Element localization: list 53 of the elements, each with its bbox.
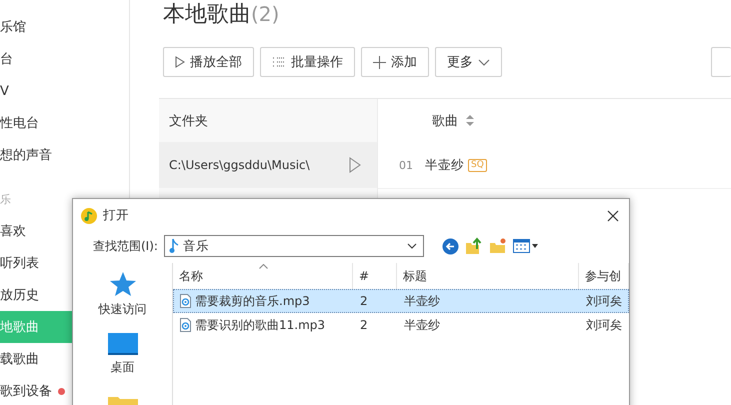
- sidebar-section-label: 乐: [0, 193, 11, 207]
- chevron-down-icon: [406, 243, 417, 249]
- audio-file-icon: [180, 318, 191, 332]
- sidebar-item[interactable]: 想的声音: [0, 139, 129, 171]
- file-name: 需要裁剪的音乐.mp3: [174, 292, 354, 310]
- toolbar-button[interactable]: 更多: [435, 47, 502, 77]
- music-note-icon: [168, 238, 179, 254]
- audio-file-icon: [180, 294, 191, 308]
- sort-icon[interactable]: [466, 115, 474, 126]
- sidebar-item[interactable]: 歌到设备: [0, 375, 129, 405]
- folder-icon: [108, 395, 138, 405]
- toolbar-button[interactable]: 播放全部: [163, 47, 254, 77]
- toolbar-button[interactable]: 批量操作: [260, 47, 355, 77]
- column-header: 文件夹: [169, 112, 208, 130]
- quality-badge: SQ: [468, 158, 487, 172]
- song-count: (2): [251, 1, 280, 28]
- play-icon: [175, 56, 185, 68]
- sidebar-item[interactable]: 性电台: [0, 107, 129, 139]
- sidebar-item[interactable]: V: [0, 75, 129, 107]
- file-name: 需要识别的歌曲11.mp3: [174, 316, 354, 334]
- app-logo-icon: [81, 208, 97, 224]
- file-row[interactable]: 需要裁剪的音乐.mp3 2 半壶纱 刘珂矣: [173, 289, 629, 313]
- sidebar-item[interactable]: 乐馆: [0, 11, 129, 43]
- view-menu-icon[interactable]: [512, 238, 539, 254]
- list-icon: [272, 56, 286, 68]
- desktop-icon: [108, 333, 138, 355]
- look-in-label: 查找范围(I):: [93, 238, 158, 254]
- artist-name: 刘珂矣: [585, 316, 623, 334]
- track-number: 2: [359, 294, 369, 308]
- artist-name: 刘珂矣: [585, 292, 623, 310]
- dialog-title: 打开: [103, 207, 129, 224]
- song-title[interactable]: 半壶纱: [425, 156, 464, 174]
- file-row[interactable]: 需要识别的歌曲11.mp3 2 半壶纱 刘珂矣: [173, 313, 629, 337]
- page-title: 本地歌曲: [163, 1, 251, 29]
- up-folder-icon[interactable]: [464, 237, 483, 255]
- chevron-down-icon: [478, 58, 490, 66]
- song-title: 半壶纱: [403, 316, 441, 334]
- track-number: 01: [399, 158, 414, 172]
- new-folder-icon[interactable]: [488, 238, 507, 254]
- sidebar-item[interactable]: 台: [0, 43, 129, 75]
- star-icon: [108, 271, 136, 297]
- plus-icon: [373, 56, 386, 68]
- look-in-dropdown[interactable]: 音乐: [164, 235, 424, 257]
- song-title: 半壶纱: [403, 292, 441, 310]
- back-icon[interactable]: [442, 238, 459, 254]
- place-label[interactable]: 桌面: [110, 359, 134, 376]
- track-number: 2: [359, 318, 369, 332]
- play-icon: [349, 157, 361, 173]
- column-header: 歌曲: [432, 112, 458, 130]
- close-button[interactable]: [605, 208, 621, 224]
- sort-caret-icon: [259, 264, 268, 269]
- toolbar-button[interactable]: 添加: [361, 47, 429, 77]
- folder-row[interactable]: C:\Users\ggsddu\Music\: [159, 142, 377, 188]
